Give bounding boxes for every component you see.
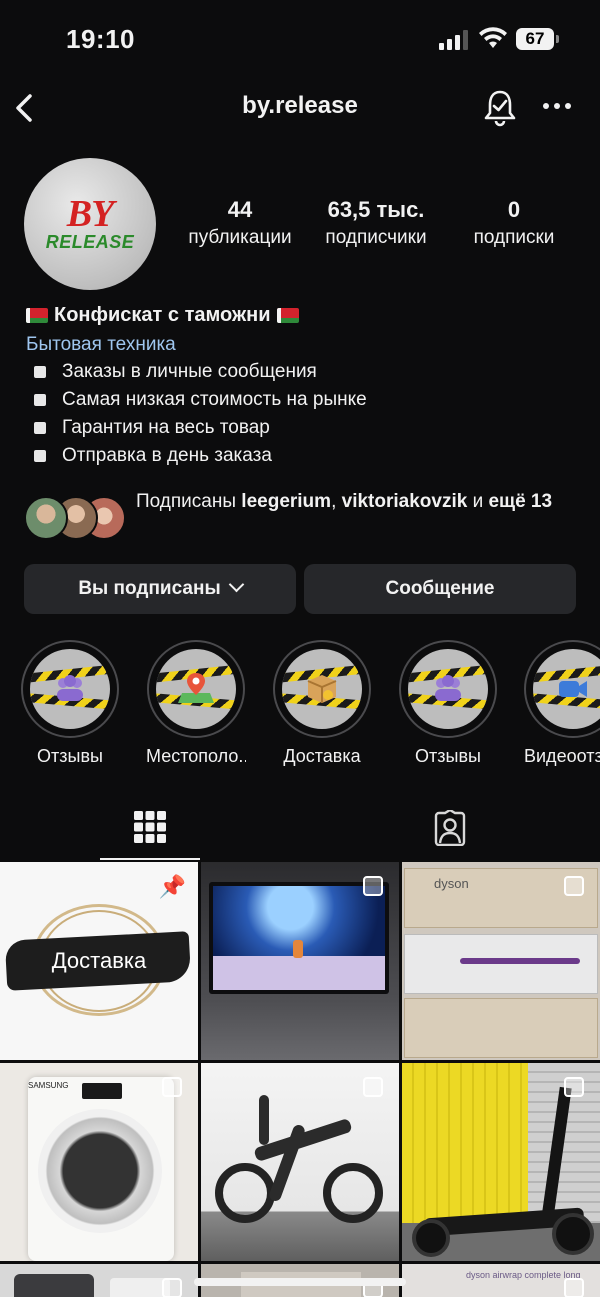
stat-followers-label: подписчики: [325, 227, 427, 248]
multi-select-icon: [363, 1077, 383, 1097]
followed-by-avatars: [24, 496, 126, 540]
highlight-item[interactable]: Доставка: [272, 640, 372, 767]
bio-line: Самая низкая стоимость на рынке: [26, 386, 586, 414]
avatar-logo-by: BY: [66, 193, 115, 235]
square-bullet-icon: [34, 450, 46, 462]
followed-by-more[interactable]: ещё 13: [488, 491, 552, 512]
followed-by-user[interactable]: leegerium: [241, 491, 331, 512]
stat-following-label: подписки: [473, 227, 555, 248]
highlight-label: Доставка: [283, 746, 361, 766]
highlight-item[interactable]: Видеоотз: [524, 640, 600, 767]
post-thumbnail[interactable]: [201, 1063, 399, 1261]
following-button-label: Вы подписаны: [78, 578, 221, 599]
multi-select-icon: [162, 1278, 182, 1297]
bio-line: Заказы в личные сообщения: [26, 358, 586, 386]
pin-icon: 📌: [158, 874, 186, 899]
followed-by-prefix: Подписаны: [136, 491, 237, 512]
multi-select-icon: [162, 1077, 182, 1097]
cellular-signal-icon: [439, 30, 468, 50]
post-overlay-text: Доставка: [51, 948, 147, 973]
highlight-label: Местополо...: [146, 746, 246, 766]
tab-tagged[interactable]: [400, 800, 500, 860]
profile-tabs: [0, 800, 600, 860]
people-icon: [57, 675, 83, 701]
chevron-down-icon: [228, 576, 244, 593]
bell-check-icon[interactable]: [482, 88, 518, 128]
multi-select-icon: [564, 876, 584, 896]
square-bullet-icon: [34, 422, 46, 434]
following-button[interactable]: Вы подписаны: [24, 564, 296, 614]
post-overlay-text: SAMSUNG: [28, 1081, 69, 1090]
followed-by-and: и: [472, 491, 484, 512]
followed-by-text: Подписаны leegerium, viktoriakovzik и ещ…: [136, 488, 576, 516]
people-icon: [435, 675, 461, 701]
post-overlay-text: dyson: [434, 876, 469, 891]
tagged-person-icon: [434, 810, 466, 846]
square-bullet-icon: [34, 366, 46, 378]
home-indicator[interactable]: [194, 1278, 406, 1286]
bio-line: Гарантия на весь товар: [26, 414, 586, 442]
highlight-label: Отзывы: [415, 746, 481, 766]
status-time: 19:10: [66, 24, 135, 54]
highlight-label: Отзывы: [37, 746, 103, 766]
post-thumbnail[interactable]: [201, 862, 399, 1060]
follower-avatar: [24, 496, 68, 540]
post-thumbnail[interactable]: Доставка 📌: [0, 862, 198, 1060]
square-bullet-icon: [34, 394, 46, 406]
battery-icon: 67: [516, 28, 560, 50]
message-button-label: Сообщение: [385, 578, 495, 599]
stat-posts[interactable]: 44 публикации: [176, 196, 304, 252]
stat-following-count: 0: [507, 197, 521, 222]
stat-posts-label: публикации: [188, 227, 292, 248]
belarus-flag-icon: [276, 307, 299, 323]
bio-line-text: Заказы в личные сообщения: [62, 361, 317, 382]
profile-avatar[interactable]: BY RELEASE: [24, 158, 156, 290]
multi-select-icon: [564, 1077, 584, 1097]
followed-by[interactable]: Подписаны leegerium, viktoriakovzik и ещ…: [24, 488, 584, 548]
multi-select-icon: [363, 876, 383, 896]
map-pin-icon: [178, 673, 214, 703]
bio-line: Отправка в день заказа: [26, 442, 586, 470]
stat-followers[interactable]: 63,5 тыс. подписчики: [312, 196, 440, 252]
wifi-icon: [479, 27, 507, 48]
bio-line-text: Отправка в день заказа: [62, 445, 272, 466]
post-thumbnail[interactable]: [0, 1264, 198, 1297]
bio-line-text: Гарантия на весь товар: [62, 417, 270, 438]
highlight-item[interactable]: Местополо...: [146, 640, 246, 767]
tab-posts-grid[interactable]: [100, 800, 200, 860]
grid-icon: [134, 811, 166, 843]
post-overlay-text: dyson airwrap complete long: [466, 1270, 581, 1280]
post-thumbnail[interactable]: SAMSUNG: [0, 1063, 198, 1261]
highlight-item[interactable]: Отзывы: [20, 640, 120, 767]
highlight-label: Видеоотз: [524, 746, 600, 766]
stat-posts-count: 44: [227, 197, 253, 222]
video-camera-icon: [559, 681, 587, 697]
bio-name: Конфискат с таможни: [54, 304, 271, 326]
message-button[interactable]: Сообщение: [304, 564, 576, 614]
followed-by-user[interactable]: viktoriakovzik: [342, 491, 468, 512]
post-thumbnail[interactable]: dyson airwrap complete long: [402, 1264, 600, 1297]
profile-bio: Конфискат с таможни Бытовая техника Зака…: [26, 300, 586, 470]
bio-category[interactable]: Бытовая техника: [26, 330, 586, 358]
status-bar: 19:10 67: [0, 0, 600, 80]
bio-line-text: Самая низкая стоимость на рынке: [62, 389, 367, 410]
post-thumbnail[interactable]: [402, 1063, 600, 1261]
stat-following[interactable]: 0 подписки: [456, 196, 572, 252]
battery-level: 67: [516, 28, 554, 50]
belarus-flag-icon: [26, 307, 48, 323]
followed-by-separator: ,: [331, 491, 337, 512]
box-icon: [307, 675, 337, 703]
post-thumbnail[interactable]: dyson: [402, 862, 600, 1060]
bio-name-row: Конфискат с таможни: [26, 300, 586, 330]
top-nav: by.release: [0, 80, 600, 136]
more-options-icon[interactable]: [540, 94, 574, 118]
stat-followers-count: 63,5 тыс.: [327, 197, 425, 222]
highlight-item[interactable]: Отзывы: [398, 640, 498, 767]
multi-select-icon: [564, 1278, 584, 1297]
avatar-logo-release: RELEASE: [45, 232, 135, 252]
